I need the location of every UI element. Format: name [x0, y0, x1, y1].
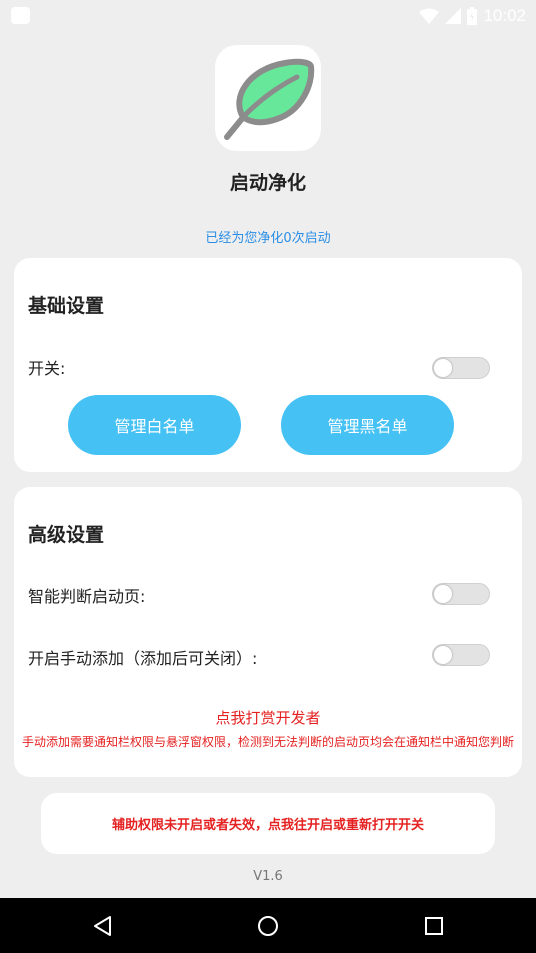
advanced-settings-card: 高级设置 智能判断启动页: 开启手动添加（添加后可关闭）: 点我打赏开发者 手动… [14, 487, 522, 777]
toggle-knob [434, 646, 452, 664]
switch-label: 开关: [28, 359, 66, 378]
app-title: 启动净化 [229, 172, 306, 194]
recents-square-icon [425, 917, 443, 935]
recents-button[interactable] [414, 908, 454, 944]
home-circle-icon [258, 916, 278, 936]
manual-add-toggle[interactable] [432, 644, 490, 666]
manual-add-label: 开启手动添加（添加后可关闭）: [28, 649, 258, 668]
basic-settings-card: 基础设置 开关: 管理白名单 管理黑名单 [14, 258, 522, 472]
status-icons: 10:02 [419, 6, 526, 26]
battery-icon [467, 7, 478, 25]
manage-blacklist-button[interactable]: 管理黑名单 [281, 395, 454, 455]
leaf-icon [224, 58, 315, 140]
version-label: V1.6 [253, 869, 283, 884]
clock: 10:02 [483, 6, 526, 25]
basic-settings-title: 基础设置 [28, 295, 105, 317]
wifi-icon [419, 8, 440, 24]
smart-detect-label: 智能判断启动页: [28, 587, 146, 606]
accessibility-warning-text: 辅助权限未开启或者失效，点我往开启或重新打开开关 [111, 818, 424, 833]
status-bar: 10:02 [0, 0, 536, 32]
back-triangle-icon [94, 916, 111, 936]
purify-counter: 已经为您净化0次启动 [205, 231, 331, 246]
advanced-settings-title: 高级设置 [28, 524, 105, 546]
signal-icon [445, 8, 462, 24]
navigation-bar [0, 898, 536, 953]
toggle-knob [434, 359, 452, 377]
master-switch-toggle[interactable] [432, 357, 490, 379]
notification-icon [11, 7, 30, 24]
accessibility-warning-button[interactable]: 辅助权限未开启或者失效，点我往开启或重新打开开关 [41, 793, 495, 854]
back-button[interactable] [82, 908, 122, 944]
donate-link[interactable]: 点我打赏开发者 [14, 707, 522, 728]
toggle-knob [434, 585, 452, 603]
manage-whitelist-button[interactable]: 管理白名单 [68, 395, 241, 455]
smart-detect-toggle[interactable] [432, 583, 490, 605]
app-logo [215, 45, 321, 151]
permission-notice: 手动添加需要通知栏权限与悬浮窗权限，检测到无法判断的启动页均会在通知栏中通知您判… [21, 735, 514, 749]
home-button[interactable] [248, 908, 288, 944]
